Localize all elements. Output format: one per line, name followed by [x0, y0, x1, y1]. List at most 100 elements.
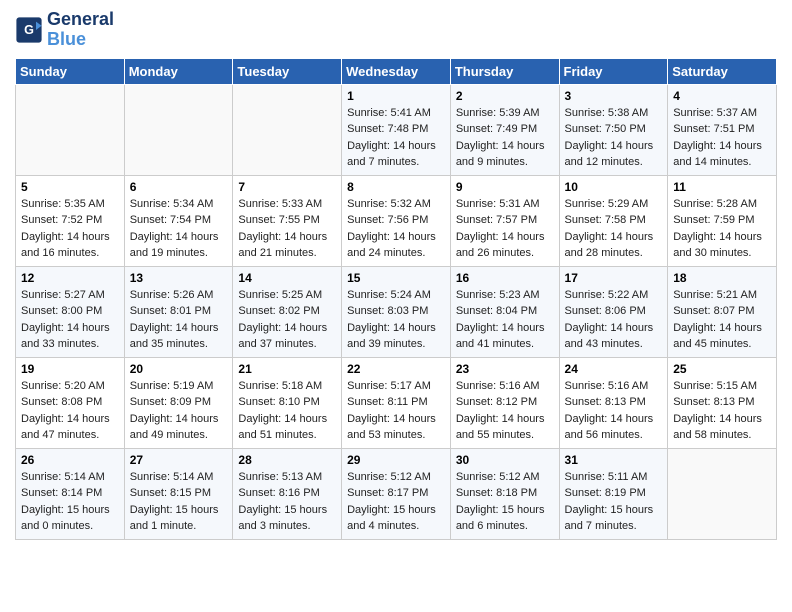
- calendar-cell: 12 Sunrise: 5:27 AM Sunset: 8:00 PM Dayl…: [16, 266, 125, 357]
- calendar-cell: 8 Sunrise: 5:32 AM Sunset: 7:56 PM Dayli…: [342, 175, 451, 266]
- sunrise-text: Sunrise: 5:39 AM: [456, 107, 540, 119]
- sunrise-text: Sunrise: 5:27 AM: [21, 289, 105, 301]
- sunrise-text: Sunrise: 5:15 AM: [673, 380, 757, 392]
- sunset-text: Sunset: 7:49 PM: [456, 123, 537, 135]
- day-info: Sunrise: 5:23 AM Sunset: 8:04 PM Dayligh…: [456, 287, 554, 353]
- day-info: Sunrise: 5:15 AM Sunset: 8:13 PM Dayligh…: [673, 378, 771, 444]
- day-info: Sunrise: 5:34 AM Sunset: 7:54 PM Dayligh…: [130, 196, 228, 262]
- day-number: 12: [21, 271, 119, 285]
- sunrise-text: Sunrise: 5:13 AM: [238, 471, 322, 483]
- day-info: Sunrise: 5:38 AM Sunset: 7:50 PM Dayligh…: [565, 105, 663, 171]
- day-number: 2: [456, 89, 554, 103]
- day-number: 14: [238, 271, 336, 285]
- daylight-text: Daylight: 14 hours and 49 minutes.: [130, 413, 219, 442]
- daylight-text: Daylight: 15 hours and 4 minutes.: [347, 504, 436, 533]
- calendar-table: SundayMondayTuesdayWednesdayThursdayFrid…: [15, 58, 777, 540]
- daylight-text: Daylight: 14 hours and 14 minutes.: [673, 140, 762, 169]
- day-info: Sunrise: 5:16 AM Sunset: 8:13 PM Dayligh…: [565, 378, 663, 444]
- calendar-cell: 19 Sunrise: 5:20 AM Sunset: 8:08 PM Dayl…: [16, 357, 125, 448]
- day-info: Sunrise: 5:37 AM Sunset: 7:51 PM Dayligh…: [673, 105, 771, 171]
- sunrise-text: Sunrise: 5:35 AM: [21, 198, 105, 210]
- calendar-cell: 16 Sunrise: 5:23 AM Sunset: 8:04 PM Dayl…: [450, 266, 559, 357]
- calendar-cell: 25 Sunrise: 5:15 AM Sunset: 8:13 PM Dayl…: [668, 357, 777, 448]
- calendar-week-2: 5 Sunrise: 5:35 AM Sunset: 7:52 PM Dayli…: [16, 175, 777, 266]
- sunset-text: Sunset: 8:03 PM: [347, 305, 428, 317]
- day-number: 30: [456, 453, 554, 467]
- sunset-text: Sunset: 8:17 PM: [347, 487, 428, 499]
- sunset-text: Sunset: 7:54 PM: [130, 214, 211, 226]
- sunrise-text: Sunrise: 5:21 AM: [673, 289, 757, 301]
- day-number: 11: [673, 180, 771, 194]
- day-number: 13: [130, 271, 228, 285]
- calendar-cell: [16, 84, 125, 175]
- calendar-cell: [233, 84, 342, 175]
- daylight-text: Daylight: 15 hours and 1 minute.: [130, 504, 219, 533]
- weekday-header-thursday: Thursday: [450, 58, 559, 84]
- sunset-text: Sunset: 8:13 PM: [673, 396, 754, 408]
- day-info: Sunrise: 5:21 AM Sunset: 8:07 PM Dayligh…: [673, 287, 771, 353]
- sunrise-text: Sunrise: 5:17 AM: [347, 380, 431, 392]
- daylight-text: Daylight: 14 hours and 41 minutes.: [456, 322, 545, 351]
- day-number: 18: [673, 271, 771, 285]
- daylight-text: Daylight: 14 hours and 12 minutes.: [565, 140, 654, 169]
- calendar-cell: 23 Sunrise: 5:16 AM Sunset: 8:12 PM Dayl…: [450, 357, 559, 448]
- daylight-text: Daylight: 14 hours and 47 minutes.: [21, 413, 110, 442]
- day-info: Sunrise: 5:12 AM Sunset: 8:18 PM Dayligh…: [456, 469, 554, 535]
- day-number: 22: [347, 362, 445, 376]
- day-info: Sunrise: 5:28 AM Sunset: 7:59 PM Dayligh…: [673, 196, 771, 262]
- calendar-cell: 13 Sunrise: 5:26 AM Sunset: 8:01 PM Dayl…: [124, 266, 233, 357]
- daylight-text: Daylight: 14 hours and 45 minutes.: [673, 322, 762, 351]
- sunrise-text: Sunrise: 5:16 AM: [565, 380, 649, 392]
- daylight-text: Daylight: 14 hours and 51 minutes.: [238, 413, 327, 442]
- sunrise-text: Sunrise: 5:38 AM: [565, 107, 649, 119]
- day-number: 31: [565, 453, 663, 467]
- day-info: Sunrise: 5:12 AM Sunset: 8:17 PM Dayligh…: [347, 469, 445, 535]
- sunrise-text: Sunrise: 5:32 AM: [347, 198, 431, 210]
- sunset-text: Sunset: 8:00 PM: [21, 305, 102, 317]
- calendar-cell: 5 Sunrise: 5:35 AM Sunset: 7:52 PM Dayli…: [16, 175, 125, 266]
- weekday-header-sunday: Sunday: [16, 58, 125, 84]
- sunset-text: Sunset: 7:57 PM: [456, 214, 537, 226]
- day-number: 15: [347, 271, 445, 285]
- sunset-text: Sunset: 7:58 PM: [565, 214, 646, 226]
- page-header: G GeneralBlue: [15, 10, 777, 50]
- sunrise-text: Sunrise: 5:31 AM: [456, 198, 540, 210]
- day-info: Sunrise: 5:31 AM Sunset: 7:57 PM Dayligh…: [456, 196, 554, 262]
- day-info: Sunrise: 5:11 AM Sunset: 8:19 PM Dayligh…: [565, 469, 663, 535]
- day-number: 6: [130, 180, 228, 194]
- day-info: Sunrise: 5:13 AM Sunset: 8:16 PM Dayligh…: [238, 469, 336, 535]
- day-info: Sunrise: 5:27 AM Sunset: 8:00 PM Dayligh…: [21, 287, 119, 353]
- calendar-cell: 4 Sunrise: 5:37 AM Sunset: 7:51 PM Dayli…: [668, 84, 777, 175]
- daylight-text: Daylight: 14 hours and 21 minutes.: [238, 231, 327, 260]
- day-number: 5: [21, 180, 119, 194]
- sunrise-text: Sunrise: 5:22 AM: [565, 289, 649, 301]
- daylight-text: Daylight: 14 hours and 53 minutes.: [347, 413, 436, 442]
- sunset-text: Sunset: 8:16 PM: [238, 487, 319, 499]
- calendar-cell: [668, 448, 777, 539]
- sunrise-text: Sunrise: 5:20 AM: [21, 380, 105, 392]
- weekday-header-wednesday: Wednesday: [342, 58, 451, 84]
- sunset-text: Sunset: 7:50 PM: [565, 123, 646, 135]
- day-number: 17: [565, 271, 663, 285]
- sunrise-text: Sunrise: 5:12 AM: [347, 471, 431, 483]
- day-info: Sunrise: 5:14 AM Sunset: 8:15 PM Dayligh…: [130, 469, 228, 535]
- day-info: Sunrise: 5:16 AM Sunset: 8:12 PM Dayligh…: [456, 378, 554, 444]
- daylight-text: Daylight: 14 hours and 35 minutes.: [130, 322, 219, 351]
- sunset-text: Sunset: 8:06 PM: [565, 305, 646, 317]
- calendar-cell: 6 Sunrise: 5:34 AM Sunset: 7:54 PM Dayli…: [124, 175, 233, 266]
- day-number: 28: [238, 453, 336, 467]
- sunset-text: Sunset: 8:19 PM: [565, 487, 646, 499]
- day-number: 21: [238, 362, 336, 376]
- calendar-cell: 28 Sunrise: 5:13 AM Sunset: 8:16 PM Dayl…: [233, 448, 342, 539]
- calendar-week-3: 12 Sunrise: 5:27 AM Sunset: 8:00 PM Dayl…: [16, 266, 777, 357]
- day-number: 29: [347, 453, 445, 467]
- day-info: Sunrise: 5:35 AM Sunset: 7:52 PM Dayligh…: [21, 196, 119, 262]
- weekday-header-tuesday: Tuesday: [233, 58, 342, 84]
- calendar-cell: 26 Sunrise: 5:14 AM Sunset: 8:14 PM Dayl…: [16, 448, 125, 539]
- calendar-cell: 15 Sunrise: 5:24 AM Sunset: 8:03 PM Dayl…: [342, 266, 451, 357]
- daylight-text: Daylight: 14 hours and 26 minutes.: [456, 231, 545, 260]
- sunset-text: Sunset: 8:12 PM: [456, 396, 537, 408]
- calendar-cell: 18 Sunrise: 5:21 AM Sunset: 8:07 PM Dayl…: [668, 266, 777, 357]
- calendar-cell: 31 Sunrise: 5:11 AM Sunset: 8:19 PM Dayl…: [559, 448, 668, 539]
- sunrise-text: Sunrise: 5:18 AM: [238, 380, 322, 392]
